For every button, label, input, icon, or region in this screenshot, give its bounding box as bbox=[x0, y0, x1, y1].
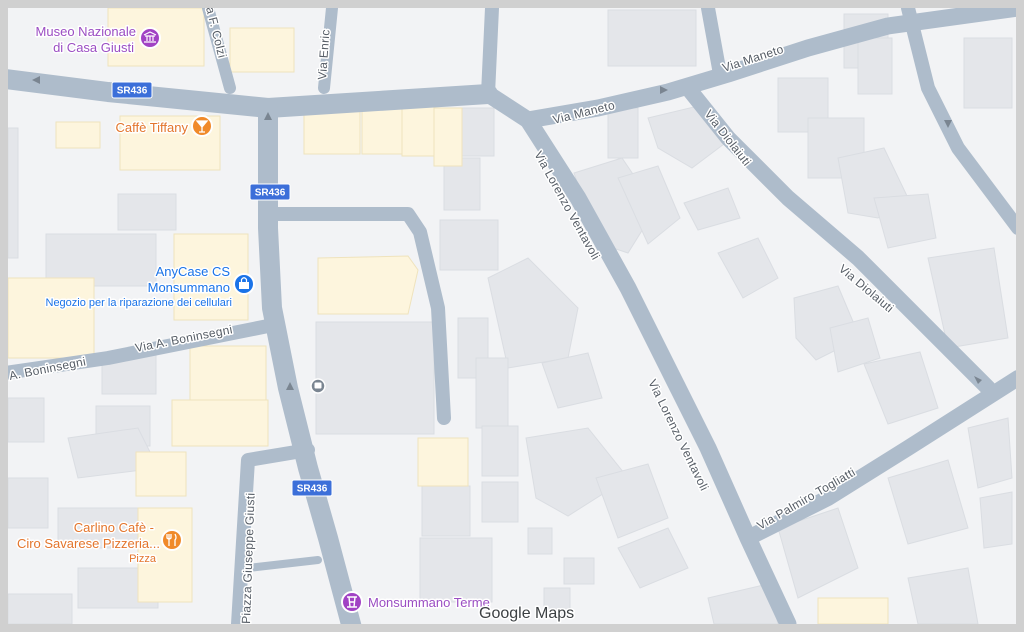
map-frame[interactable]: Via Maneto Via Maneto Via Lorenzo Ventav… bbox=[8, 8, 1016, 624]
shopping-bag-icon bbox=[233, 273, 255, 295]
museum-icon bbox=[139, 27, 161, 49]
poi-monsummano-terme-label: Monsummano Terme bbox=[368, 595, 490, 610]
street-label-via-colzi: a F. Colzi bbox=[203, 8, 229, 60]
poi-carlino-line2: Ciro Savarese Pizzeria... bbox=[17, 536, 160, 551]
poi-museo-line2: di Casa Giusti bbox=[53, 40, 134, 55]
svg-text:SR436: SR436 bbox=[297, 484, 328, 495]
landmark-icon bbox=[341, 591, 363, 613]
bus-stop-icon[interactable] bbox=[310, 378, 326, 394]
poi-anycase-line2: Monsummano bbox=[148, 280, 230, 295]
street-label-boninsegni-1: A. Boninsegni bbox=[8, 354, 87, 383]
cocktail-icon bbox=[191, 115, 213, 137]
route-shield-1: SR436 bbox=[111, 81, 153, 99]
poi-anycase-subtitle: Negozio per la riparazione dei cellulari bbox=[46, 297, 233, 309]
svg-text:SR436: SR436 bbox=[117, 86, 148, 97]
route-shield-2: SR436 bbox=[249, 183, 291, 201]
poi-monsummano-terme[interactable]: Monsummano Terme bbox=[341, 591, 491, 613]
poi-caffe-tiffany-label: Caffè Tiffany bbox=[115, 120, 188, 135]
route-shield-3: SR436 bbox=[291, 479, 333, 497]
poi-museo-line1: Museo Nazionale bbox=[36, 24, 136, 39]
poi-carlino-line1: Carlino Cafè - bbox=[74, 520, 154, 535]
poi-anycase-line1: AnyCase CS bbox=[156, 264, 231, 279]
svg-text:SR436: SR436 bbox=[255, 188, 286, 199]
restaurant-icon bbox=[161, 529, 183, 551]
google-maps-watermark: Google Maps bbox=[479, 605, 574, 622]
poi-carlino-subtitle: Pizza bbox=[129, 553, 157, 565]
map-canvas[interactable]: Via Maneto Via Maneto Via Lorenzo Ventav… bbox=[8, 8, 1016, 624]
